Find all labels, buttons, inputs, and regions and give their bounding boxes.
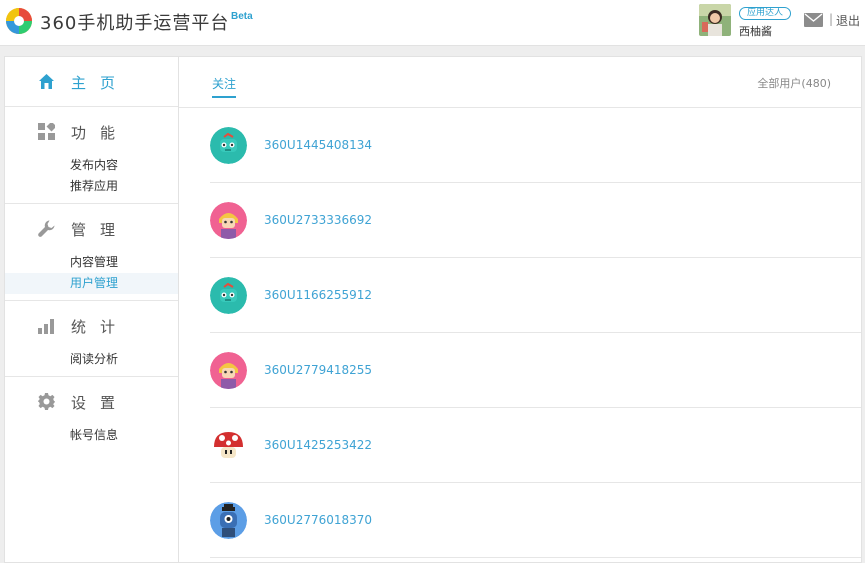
user-name-link[interactable]: 360U2779418255	[264, 363, 372, 377]
user-name-link[interactable]: 360U1166255912	[264, 288, 372, 302]
sidebar-group-title: 管理	[71, 221, 130, 239]
sidebar-item-home[interactable]: 主页	[5, 57, 178, 107]
user-name-link[interactable]: 360U2733336692	[264, 213, 372, 227]
sidebar-group-features: 功能 发布内容 推荐应用	[5, 107, 178, 204]
sidebar-item-read-analysis[interactable]: 阅读分析	[5, 349, 178, 370]
user-name-link[interactable]: 360U2776018370	[264, 513, 372, 527]
sidebar-group-title: 功能	[71, 124, 130, 142]
total-users-count: 全部用户(480)	[757, 77, 831, 90]
user-row[interactable]: 360U2779418255	[210, 333, 861, 408]
mushroom-avatar[interactable]	[210, 427, 247, 464]
mail-icon[interactable]	[804, 13, 823, 27]
sidebar-item-recommend[interactable]: 推荐应用	[5, 176, 178, 197]
grid-icon	[38, 123, 55, 140]
sidebar-item-content-manage[interactable]: 内容管理	[5, 252, 178, 273]
tab-bar: 关注 全部用户(480)	[179, 57, 861, 108]
sidebar-home-label: 主页	[71, 74, 130, 92]
home-icon	[39, 74, 54, 89]
pink-blonde-avatar[interactable]	[210, 352, 247, 389]
user-row[interactable]: 360U1425253422	[210, 408, 861, 483]
beta-label: Beta	[231, 11, 253, 22]
sidebar-group-header: 统计	[5, 301, 178, 349]
logo-text: 360手机助手运营平台	[40, 13, 230, 34]
teal-robot-avatar[interactable]	[210, 277, 247, 314]
wrench-icon	[38, 220, 55, 237]
sidebar-item-publish[interactable]: 发布内容	[5, 155, 178, 176]
sidebar-group-header: 管理	[5, 204, 178, 252]
bar-chart-icon	[38, 319, 54, 334]
user-row[interactable]: 360U2776018370	[210, 483, 861, 558]
gear-icon	[38, 393, 55, 410]
user-row[interactable]: 360U1445408134	[210, 108, 861, 183]
user-row[interactable]: 360U2733336692	[210, 183, 861, 258]
blue-monster-avatar[interactable]	[210, 502, 247, 539]
sidebar-item-user-manage[interactable]: 用户管理	[5, 273, 178, 294]
user-name: 西柚酱	[739, 25, 772, 38]
sidebar-group-header: 设置	[5, 377, 178, 425]
sidebar-item-account-info[interactable]: 帐号信息	[5, 425, 178, 446]
sidebar-group-settings: 设置 帐号信息	[5, 377, 178, 452]
main-panel: 关注 全部用户(480) 360U1445408134 360U27333366…	[178, 56, 862, 563]
sidebar-group-title: 设置	[71, 394, 130, 412]
sidebar-group-header: 功能	[5, 107, 178, 155]
sidebar: 主页 功能 发布内容 推荐应用 管理 内容管理 用户管理 统计 阅读分析 设置 …	[4, 56, 178, 563]
user-name-link[interactable]: 360U1425253422	[264, 438, 372, 452]
user-name-link[interactable]: 360U1445408134	[264, 138, 372, 152]
pink-blonde-avatar[interactable]	[210, 202, 247, 239]
sidebar-group-title: 统计	[71, 318, 130, 336]
user-role-badge: 应用达人	[739, 7, 792, 20]
sidebar-group-manage: 管理 内容管理 用户管理	[5, 204, 178, 301]
logo-icon	[6, 8, 32, 34]
user-row[interactable]: 360U1166255912	[210, 258, 861, 333]
tab-follow[interactable]: 关注	[212, 75, 237, 98]
sidebar-group-stats: 统计 阅读分析	[5, 301, 178, 377]
top-header: 360手机助手运营平台 Beta 应用达人 西柚酱 | 退出	[0, 0, 865, 46]
header-separator: |	[829, 12, 834, 26]
teal-robot-avatar[interactable]	[210, 127, 247, 164]
logout-link[interactable]: 退出	[836, 12, 860, 29]
user-avatar[interactable]	[699, 4, 731, 36]
